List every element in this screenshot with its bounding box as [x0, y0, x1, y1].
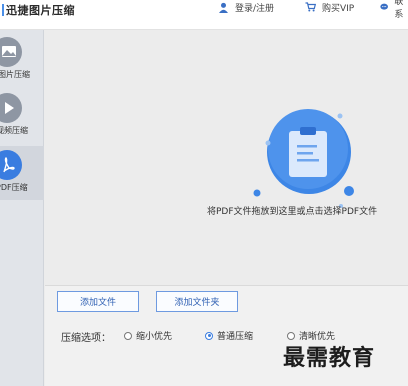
clipboard-document-icon [253, 109, 354, 208]
contact-label: 联系 [394, 0, 404, 20]
compress-options-label: 压缩选项： [61, 333, 111, 344]
play-icon [0, 93, 22, 123]
sidebar-item-label: 图片压缩 [0, 70, 30, 79]
radio-circle-selected[interactable] [205, 331, 213, 340]
pdf-icon [0, 150, 22, 180]
image-icon [0, 37, 22, 67]
watermark-text: 最需教育 [283, 345, 376, 371]
cart-icon [305, 2, 316, 12]
radio-circle[interactable] [287, 331, 295, 340]
login-label: 登录/注册 [235, 3, 275, 14]
radio-size-priority[interactable]: 缩小优先 [124, 329, 172, 342]
radio-normal-compress[interactable]: 普通压缩 [205, 329, 253, 342]
radio-label: 缩小优先 [136, 332, 173, 342]
title-bar: 迅捷图片压缩 登录/注册 购买VIP 联系 [0, 0, 408, 30]
sidebar: 图片压缩 视频压缩 PDF压缩 [0, 30, 44, 386]
radio-circle[interactable] [124, 331, 132, 340]
chat-icon [380, 3, 388, 10]
user-icon [219, 2, 228, 13]
contact-link[interactable]: 联系 [380, 0, 408, 20]
app-title: 迅捷图片压缩 [2, 2, 75, 18]
add-file-button[interactable]: 添加文件 [57, 291, 139, 312]
drop-hint-text: 将PDF文件拖放到这里或点击选择PDF文件 [207, 207, 378, 217]
sidebar-item-pdf-compress[interactable]: PDF压缩 [0, 146, 44, 200]
sidebar-item-image-compress[interactable]: 图片压缩 [0, 33, 44, 83]
vip-label: 购买VIP [322, 3, 355, 14]
add-folder-button[interactable]: 添加文件夹 [156, 291, 238, 312]
file-drop-area[interactable]: 将PDF文件拖放到这里或点击选择PDF文件 [45, 31, 408, 286]
radio-label: 普通压缩 [217, 332, 254, 342]
sidebar-item-label: 视频压缩 [0, 126, 28, 135]
login-link[interactable]: 登录/注册 [218, 0, 274, 14]
sidebar-item-video-compress[interactable]: 视频压缩 [0, 89, 44, 139]
sidebar-item-label: PDF压缩 [0, 183, 28, 192]
vip-link[interactable]: 购买VIP [305, 0, 354, 14]
